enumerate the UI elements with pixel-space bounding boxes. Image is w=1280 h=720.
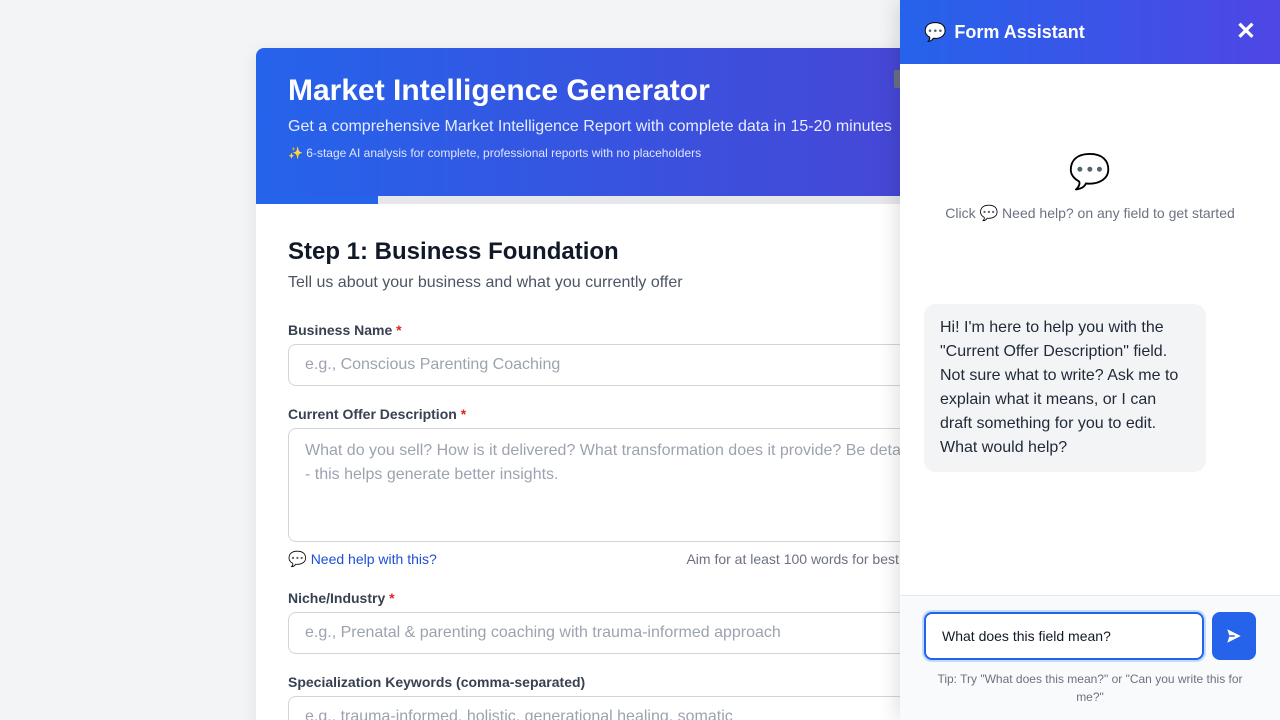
required-mark: * (460, 406, 467, 422)
form-assistant-panel: 💬 Form Assistant ✕ 💬 Click 💬 Need help? … (900, 0, 1280, 720)
progress-fill (256, 196, 379, 204)
page-title: Market Intelligence Generator (288, 74, 710, 107)
offer-description-textarea[interactable] (288, 428, 944, 542)
speech-bubble-icon: 💬 (288, 551, 307, 568)
progress-bar (256, 196, 976, 204)
page-subtitle: Get a comprehensive Market Intelligence … (288, 118, 892, 135)
step-title: Step 1: Business Foundation (288, 238, 619, 265)
need-help-link[interactable]: 💬 Need help with this? (288, 550, 437, 568)
assistant-tip: Tip: Try "What does this mean?" or "Can … (937, 672, 1243, 704)
offer-help-row: 💬 Need help with this? Aim for at least … (288, 550, 944, 568)
keywords-label: Specialization Keywords (comma-separated… (288, 674, 586, 690)
required-mark: * (396, 322, 402, 338)
niche-field: Niche/Industry * (288, 590, 944, 654)
assistant-footer: Tip: Try "What does this mean?" or "Can … (900, 595, 1280, 720)
form-body: Step 1: Business Foundation Tell us abou… (256, 204, 976, 720)
niche-label: Niche/Industry * (288, 590, 395, 606)
offer-description-label: Current Offer Description * (288, 406, 467, 422)
close-icon[interactable]: ✕ (1236, 20, 1256, 44)
assistant-header: 💬 Form Assistant ✕ (900, 0, 1280, 64)
speech-bubble-icon: 💬 (924, 21, 947, 42)
niche-input[interactable] (288, 612, 944, 654)
assistant-empty-state: 💬 Click 💬 Need help? on any field to get… (900, 152, 1280, 222)
step-description: Tell us about your business and what you… (288, 274, 683, 291)
speech-bubble-icon: 💬 (979, 205, 999, 222)
business-name-label: Business Name * (288, 322, 402, 338)
keywords-field: Specialization Keywords (comma-separated… (288, 674, 944, 720)
business-name-field: Business Name * (288, 322, 944, 386)
business-name-input[interactable] (288, 344, 944, 386)
assistant-title: Form Assistant (954, 21, 1085, 42)
required-mark: * (389, 590, 395, 606)
chat-bubble-icon: 💬 (1068, 153, 1112, 191)
chat-input-row (924, 612, 1256, 660)
chat-input[interactable] (924, 612, 1204, 660)
form-card: Market Intelligence Generator Get a comp… (256, 48, 976, 720)
send-button[interactable] (1212, 612, 1256, 660)
keywords-input[interactable] (288, 696, 944, 720)
send-icon (1227, 629, 1241, 643)
form-header: Market Intelligence Generator Get a comp… (256, 48, 976, 196)
assistant-message: Hi! I'm here to help you with the "Curre… (924, 304, 1206, 472)
assistant-title-wrap: 💬 Form Assistant (924, 22, 1085, 43)
page-note: ✨ 6-stage AI analysis for complete, prof… (288, 146, 702, 160)
offer-description-field: Current Offer Description * 💬 Need help … (288, 406, 944, 568)
